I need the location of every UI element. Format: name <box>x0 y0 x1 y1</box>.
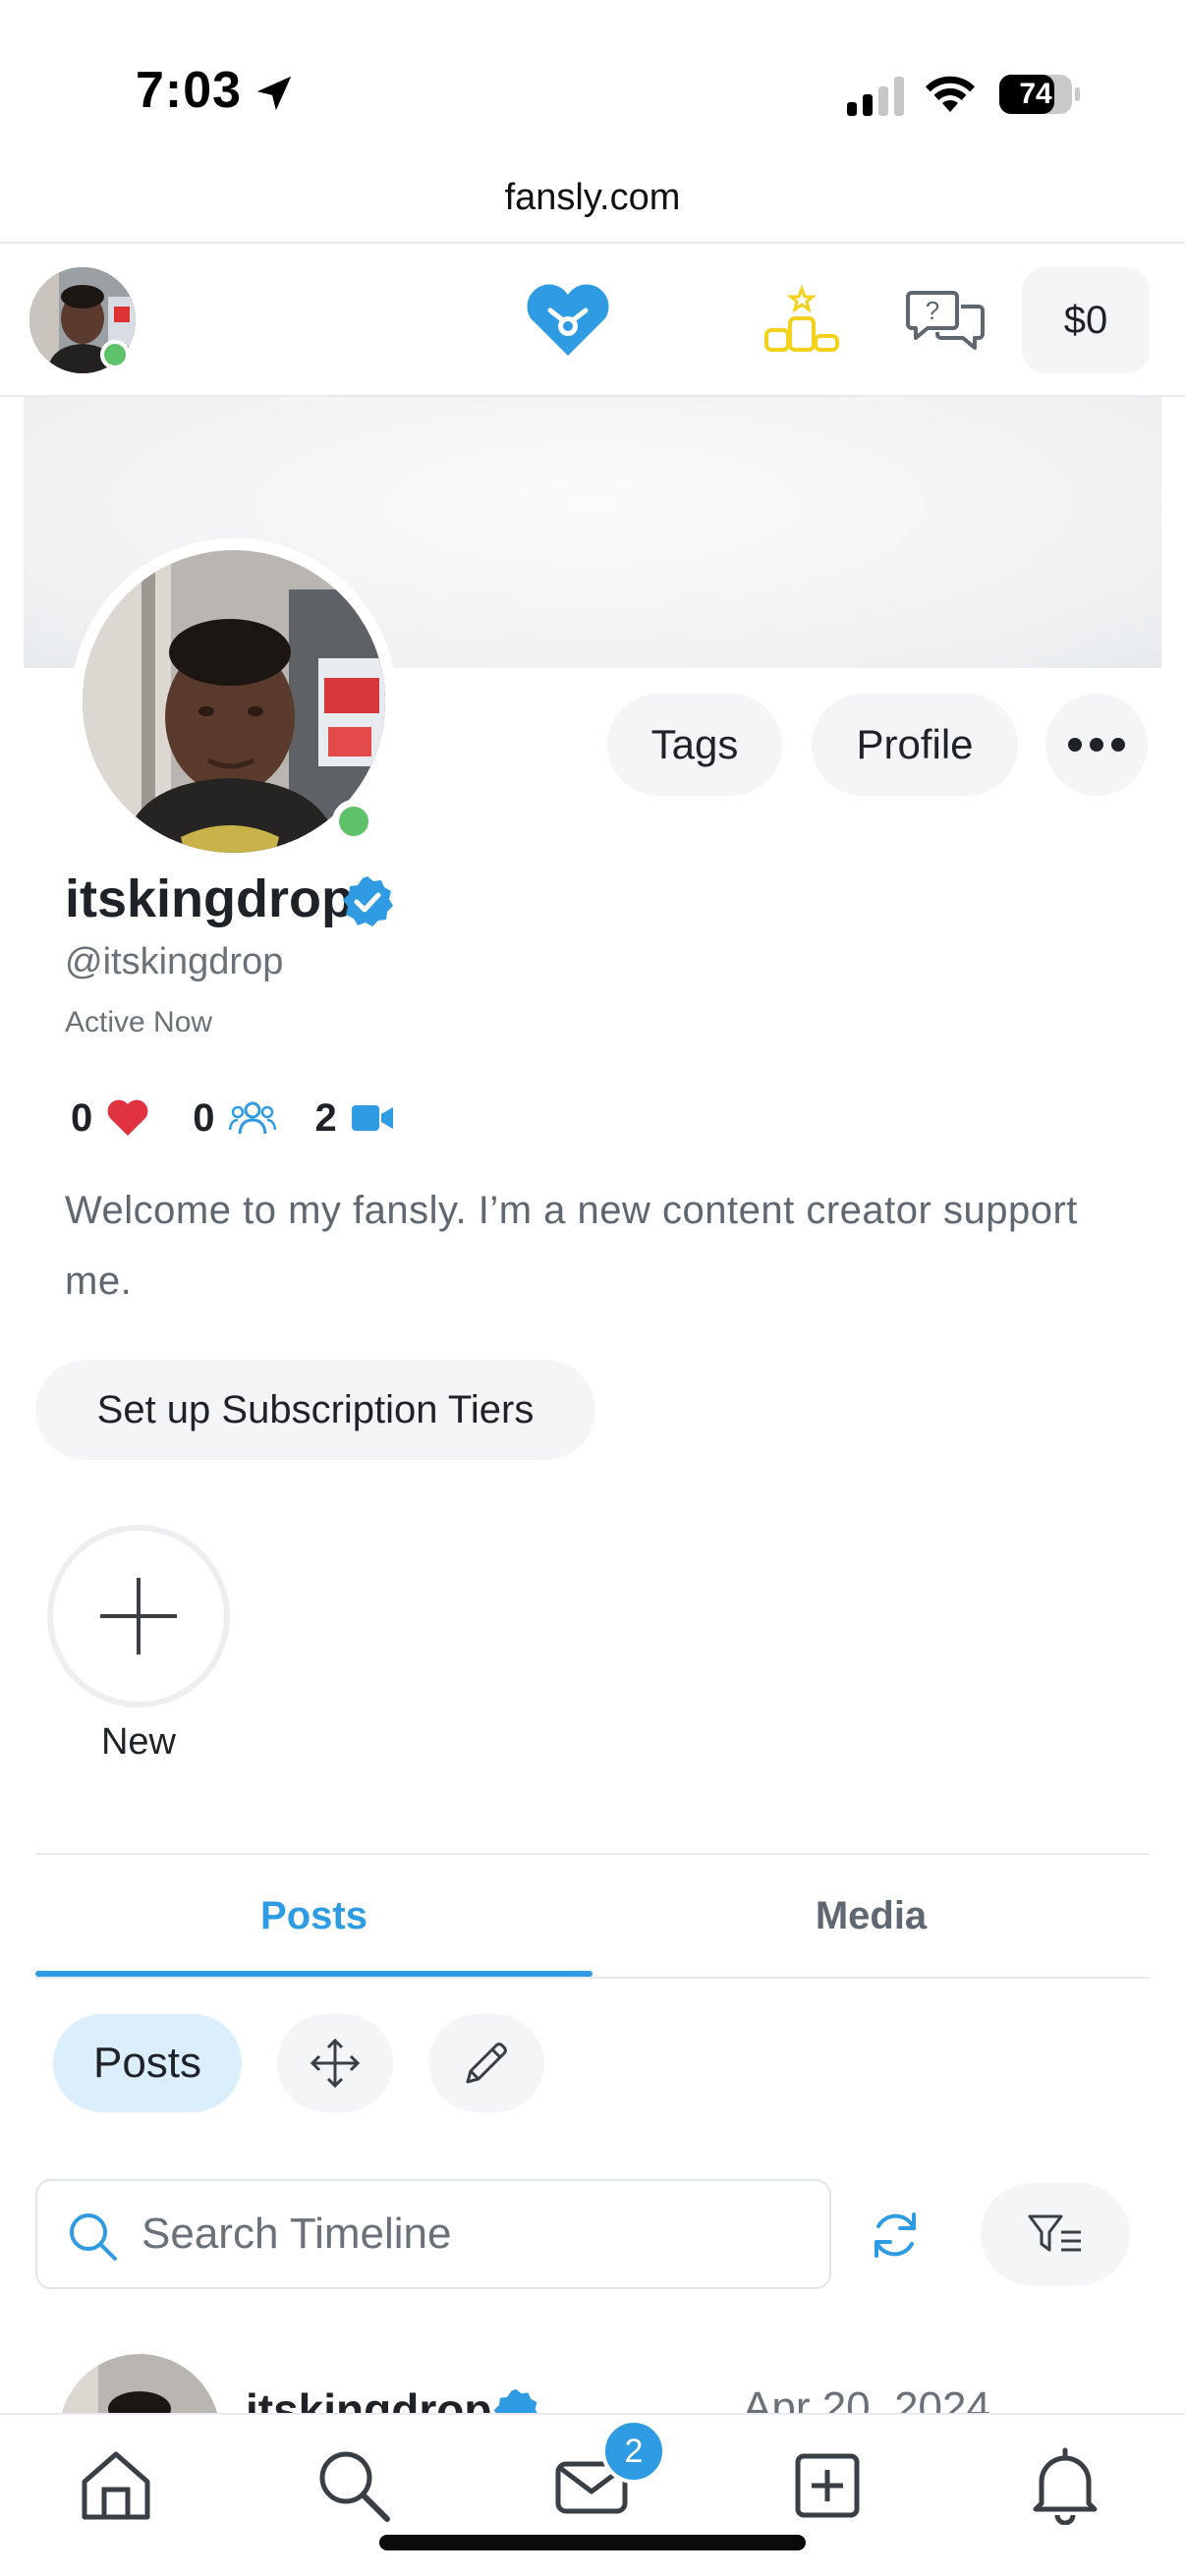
battery-level: 74 <box>1019 78 1052 110</box>
home-indicator <box>379 2535 806 2550</box>
activity-status: Active Now <box>65 1006 213 1038</box>
cellular-signal-icon <box>847 77 904 116</box>
browser-url[interactable]: fansly.com <box>0 177 1185 219</box>
filter-sort-button[interactable] <box>981 2183 1130 2285</box>
tags-button[interactable]: Tags <box>607 694 782 796</box>
status-time: 7:03 <box>136 62 243 119</box>
followers-count: 0 <box>193 1095 215 1140</box>
video-camera-icon <box>351 1105 393 1131</box>
post-item[interactable]: itskingdrop Apr 20, 2024 ••• <box>0 2348 1185 2417</box>
svg-text:?: ? <box>926 296 939 325</box>
bottom-navigation: 2 <box>0 2413 1185 2576</box>
edit-button[interactable] <box>428 2014 544 2112</box>
profile-stats: 0 0 2 <box>71 1091 394 1146</box>
post-avatar-image <box>59 2354 220 2417</box>
leaderboard-icon[interactable] <box>762 283 841 354</box>
messages-badge: 2 <box>601 2419 666 2484</box>
online-status-dot <box>332 800 375 843</box>
videos-count: 2 <box>314 1095 337 1140</box>
new-story-label: New <box>100 1721 177 1763</box>
add-post-icon[interactable] <box>788 2446 867 2525</box>
post-author-avatar[interactable] <box>59 2354 220 2417</box>
verified-badge-icon <box>343 876 393 926</box>
pencil-icon <box>466 2043 507 2084</box>
post-date: Apr 20, 2024 <box>743 2383 990 2417</box>
filter-icon <box>1028 2214 1081 2252</box>
content-tabs: Posts Media <box>35 1853 1150 1979</box>
profile-bio: Welcome to my fansly. I’m a new content … <box>65 1189 1078 1303</box>
location-arrow-icon <box>256 76 292 111</box>
heart-icon <box>107 1099 148 1136</box>
search-icon <box>70 2213 117 2261</box>
tab-media[interactable]: Media <box>592 1855 1150 1977</box>
followers-icon <box>228 1101 276 1135</box>
username-handle: @itskingdrop <box>65 941 284 982</box>
edit-profile-button[interactable]: Profile <box>812 694 1018 796</box>
reorder-button[interactable] <box>277 2014 393 2112</box>
more-options-button[interactable] <box>1045 694 1148 796</box>
top-navigation: ? $0 <box>0 242 1185 397</box>
wallet-balance-button[interactable]: $0 <box>1022 267 1150 373</box>
wifi-icon <box>926 76 975 112</box>
timeline-search <box>35 2179 831 2289</box>
online-status-dot <box>100 340 130 369</box>
search-icon[interactable] <box>314 2446 393 2525</box>
new-story-button[interactable] <box>47 1525 230 1708</box>
status-bar: 7:03 74 fansly.com <box>0 0 1185 218</box>
post-author-name[interactable]: itskingdrop <box>246 2383 491 2417</box>
chat-icon[interactable]: ? <box>906 287 985 354</box>
bell-icon[interactable] <box>1026 2446 1104 2525</box>
battery-indicator: 74 <box>998 73 1081 116</box>
tab-posts[interactable]: Posts <box>35 1855 592 1977</box>
refresh-icon[interactable] <box>865 2205 926 2266</box>
home-icon[interactable] <box>77 2446 155 2525</box>
display-name: itskingdrop <box>65 869 354 928</box>
search-input[interactable] <box>141 2181 819 2287</box>
setup-subscription-tiers-button[interactable]: Set up Subscription Tiers <box>35 1360 595 1460</box>
active-tab-indicator <box>35 1971 592 1977</box>
posts-filter-chip[interactable]: Posts <box>53 2014 242 2112</box>
plus-icon <box>100 1578 177 1654</box>
likes-count: 0 <box>71 1095 93 1140</box>
fansly-logo-icon[interactable] <box>523 281 613 360</box>
move-arrows-icon <box>310 2038 361 2089</box>
more-dots-icon <box>1068 738 1125 752</box>
